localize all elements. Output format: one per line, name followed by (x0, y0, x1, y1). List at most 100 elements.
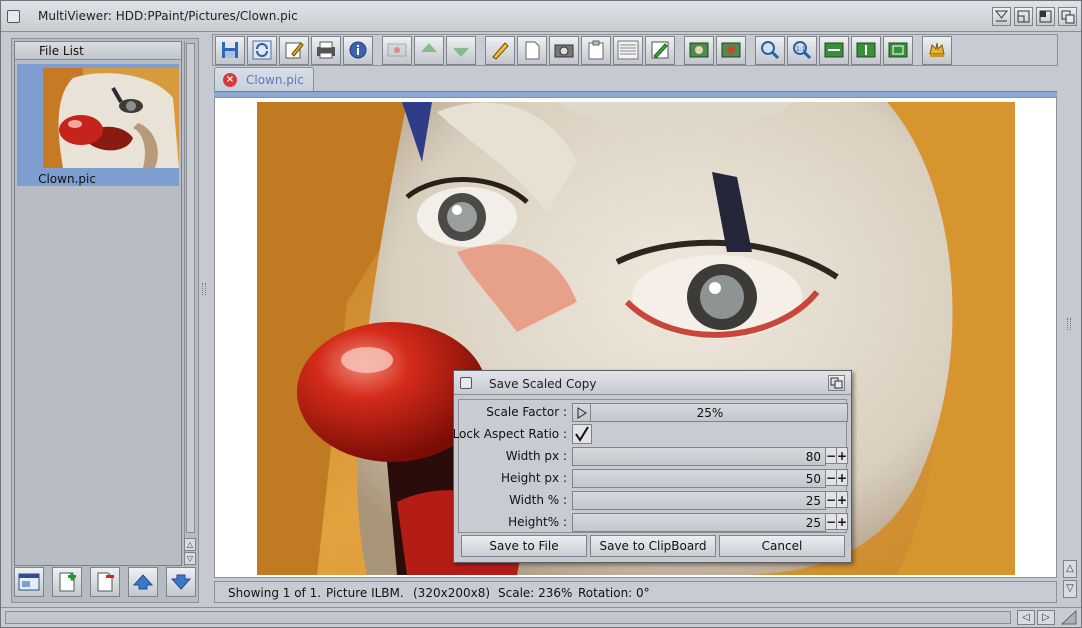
height-px-increment-button[interactable]: + (836, 469, 848, 486)
crop-icon[interactable] (883, 35, 913, 65)
width-pct-label: Width % : (509, 493, 567, 507)
scroll-up-icon[interactable]: △ (184, 538, 196, 551)
rotate-right-icon[interactable] (716, 35, 746, 65)
height-px-label: Height px : (500, 471, 567, 485)
edit-icon[interactable] (279, 35, 309, 65)
next-icon[interactable] (446, 35, 476, 65)
scrollbar-track[interactable] (186, 43, 195, 533)
file-list[interactable]: File List Clown.pic (14, 41, 182, 566)
move-down-button[interactable] (166, 567, 196, 597)
new-page-icon[interactable] (517, 35, 547, 65)
save-to-clipboard-button[interactable]: Save to ClipBoard (590, 535, 716, 557)
height-pct-row: Height% : 25 − + (459, 512, 848, 532)
dialog-close-icon[interactable] (460, 377, 472, 389)
scroll-right-icon[interactable]: ▷ (1037, 610, 1055, 625)
height-px-value: 50 (805, 472, 821, 486)
svg-text:1:1: 1:1 (796, 46, 806, 53)
tab-label: Clown.pic (246, 73, 304, 87)
tab-close-icon[interactable]: × (223, 73, 237, 87)
previous-icon[interactable] (414, 35, 444, 65)
scale-factor-label: Scale Factor : (486, 405, 567, 419)
width-px-increment-button[interactable]: + (836, 447, 848, 464)
scrollbar-track[interactable] (5, 611, 1011, 624)
toolbar: 1:1 (212, 34, 1058, 66)
width-px-label: Width px : (505, 449, 567, 463)
scale-factor-row: Scale Factor : 25% (459, 402, 848, 422)
file-list-item[interactable]: Clown.pic (17, 64, 179, 186)
slideshow-icon[interactable] (382, 35, 412, 65)
file-list-header: File List (15, 42, 181, 60)
horizontal-scrollbar[interactable]: ◁ ▷ (1, 607, 1081, 627)
lock-aspect-checkbox[interactable] (572, 424, 592, 444)
width-px-field[interactable]: 80 (572, 447, 826, 466)
panel-splitter[interactable] (200, 38, 209, 603)
width-pct-value: 25 (805, 494, 821, 508)
add-file-button[interactable] (52, 567, 82, 597)
window-title: MultiViewer: HDD:PPaint/Pictures/Clown.p… (38, 9, 298, 23)
file-name: Clown.pic (38, 172, 96, 186)
show-list-button[interactable] (14, 567, 44, 597)
reload-icon[interactable] (247, 35, 277, 65)
file-thumbnail (43, 68, 179, 168)
flip-vertical-icon[interactable] (851, 35, 881, 65)
title-bar[interactable]: MultiViewer: HDD:PPaint/Pictures/Clown.p… (1, 1, 1081, 32)
rotate-left-icon[interactable] (684, 35, 714, 65)
width-px-row: Width px : 80 − + (459, 446, 848, 466)
scale-factor-slider[interactable]: 25% (572, 403, 848, 422)
lock-aspect-label: Lock Aspect Ratio : (452, 427, 567, 441)
cancel-button[interactable]: Cancel (719, 535, 845, 557)
dialog-title: Save Scaled Copy (489, 377, 597, 391)
zoom-in-icon[interactable] (755, 35, 785, 65)
scale-factor-value: 25% (696, 406, 724, 420)
settings-icon[interactable] (922, 35, 952, 65)
window-close-icon[interactable] (7, 10, 20, 23)
checkmark-icon (575, 426, 589, 442)
dialog-depth-icon[interactable] (828, 375, 845, 391)
scroll-up-icon[interactable]: △ (1063, 560, 1077, 578)
save-scaled-copy-dialog: Save Scaled Copy Scale Factor : 25% Lock… (453, 370, 852, 563)
height-pct-label: Height% : (508, 515, 567, 529)
info-icon[interactable] (343, 35, 373, 65)
resize-grip-icon[interactable] (1060, 609, 1077, 625)
iconify-icon[interactable] (992, 7, 1011, 26)
print-icon[interactable] (311, 35, 341, 65)
height-pct-increment-button[interactable]: + (836, 513, 848, 530)
pencil-icon[interactable] (485, 35, 515, 65)
height-px-field[interactable]: 50 (572, 469, 826, 488)
width-px-value: 80 (805, 450, 821, 464)
scroll-down-icon[interactable]: ▽ (1063, 580, 1077, 598)
status-bar: Showing 1 of 1. Picture ILBM. (320x200x8… (214, 581, 1057, 603)
paint-icon[interactable] (645, 35, 675, 65)
camera-icon[interactable] (549, 35, 579, 65)
scroll-left-icon[interactable]: ◁ (1017, 610, 1035, 625)
height-pct-value: 25 (805, 516, 821, 530)
viewport-vertical-scrollbar[interactable]: △ ▽ (1061, 38, 1079, 603)
move-up-button[interactable] (128, 567, 158, 597)
file-list-panel: File List Clown.pic △ ▽ (11, 38, 199, 603)
dialog-body: Scale Factor : 25% Lock Aspect Ratio : W… (453, 399, 848, 533)
zoom-window-icon[interactable] (1014, 7, 1033, 26)
height-pct-field[interactable]: 25 (572, 513, 826, 532)
scroll-down-icon[interactable]: ▽ (184, 552, 196, 565)
flip-horizontal-icon[interactable] (819, 35, 849, 65)
save-icon[interactable] (215, 35, 245, 65)
file-list-scrollbar[interactable]: △ ▽ (184, 41, 196, 566)
zoom-1-1-icon[interactable]: 1:1 (787, 35, 817, 65)
status-dimensions: (320x200x8) (413, 586, 491, 600)
save-to-file-button[interactable]: Save to File (461, 535, 587, 557)
status-showing: Showing 1 of 1. (228, 586, 322, 600)
tab-bar: × Clown.pic (212, 67, 1058, 93)
maximize-icon[interactable] (1036, 7, 1055, 26)
remove-file-button[interactable] (90, 567, 120, 597)
depth-icon[interactable] (1058, 7, 1077, 26)
dialog-title-bar[interactable]: Save Scaled Copy (454, 371, 851, 395)
width-pct-field[interactable]: 25 (572, 491, 826, 510)
clipboard-icon[interactable] (581, 35, 611, 65)
fonts-icon[interactable] (613, 35, 643, 65)
status-scale: Scale: 236% (498, 586, 573, 600)
lock-aspect-row: Lock Aspect Ratio : (453, 424, 848, 444)
tab-clown-pic[interactable]: × Clown.pic (214, 67, 314, 93)
width-pct-increment-button[interactable]: + (836, 491, 848, 508)
height-px-row: Height px : 50 − + (459, 468, 848, 488)
main-window: MultiViewer: HDD:PPaint/Pictures/Clown.p… (0, 0, 1082, 628)
